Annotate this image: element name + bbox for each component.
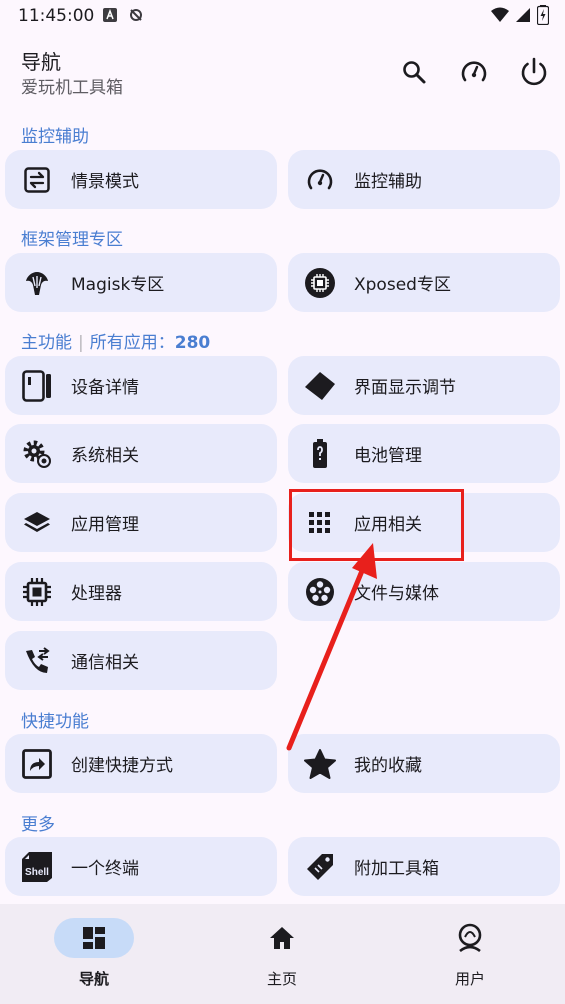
status-time: 11:45:00 xyxy=(18,6,95,26)
card-telecom[interactable]: 通信相关 xyxy=(5,631,277,690)
home-icon xyxy=(270,927,294,949)
section-label-main-text: 主功能 xyxy=(21,333,72,353)
card-magisk[interactable]: Magisk专区 xyxy=(5,253,277,312)
card-system[interactable]: 系统相关 xyxy=(5,424,277,483)
status-bar: 11:45:00 xyxy=(0,0,565,32)
tag-icon xyxy=(304,851,336,883)
nav-pill xyxy=(242,918,322,958)
phone-forward-icon xyxy=(21,645,53,677)
speedometer-icon xyxy=(461,61,487,82)
all-apps-count: 280 xyxy=(174,333,211,353)
page-title: 导航 xyxy=(21,50,61,74)
card-label: 创建快捷方式 xyxy=(71,756,173,776)
chip-circle-icon xyxy=(304,267,336,299)
card-label: Xposed专区 xyxy=(354,275,451,295)
card-file-media[interactable]: 文件与媒体 xyxy=(288,562,560,621)
card-app-related[interactable]: 应用相关 xyxy=(288,493,560,552)
shortcut-icon xyxy=(21,748,53,780)
section-label-shortcut: 快捷功能 xyxy=(21,712,89,732)
nav-pill xyxy=(430,918,510,958)
search-icon xyxy=(403,61,426,84)
swap-icon xyxy=(21,164,53,196)
nav-label: 主页 xyxy=(266,970,297,988)
divider: | xyxy=(78,333,84,353)
gear-icon xyxy=(21,438,53,470)
section-label-monitor: 监控辅助 xyxy=(21,127,89,147)
card-label: Magisk专区 xyxy=(71,275,165,295)
all-apps-label: 所有应用： xyxy=(89,333,175,353)
svg-text:Shell: Shell xyxy=(25,867,49,878)
card-monitor-assist[interactable]: 监控辅助 xyxy=(288,150,560,209)
nav-tab-home[interactable]: 主页 xyxy=(222,918,342,998)
power-icon xyxy=(521,57,547,86)
card-label: 监控辅助 xyxy=(354,172,422,192)
nav-label: 导航 xyxy=(78,970,109,988)
card-label: 我的收藏 xyxy=(354,756,422,776)
a-letter-icon xyxy=(103,8,117,22)
no-sync-icon xyxy=(130,9,142,21)
card-battery[interactable]: 电池管理 xyxy=(288,424,560,483)
film-reel-icon xyxy=(304,576,336,608)
card-label: 应用管理 xyxy=(71,515,139,535)
magisk-icon xyxy=(21,267,53,299)
section-label-main: 主功能 | 所有应用：280 xyxy=(21,328,210,353)
card-label: 应用相关 xyxy=(354,515,422,535)
card-label: 设备详情 xyxy=(71,378,139,398)
diamond-screen-icon xyxy=(304,370,336,402)
user-avatar-icon xyxy=(458,923,482,953)
card-terminal[interactable]: Shell 一个终端 xyxy=(5,837,277,896)
section-label-framework: 框架管理专区 xyxy=(21,230,123,250)
signal-icon xyxy=(516,8,530,22)
bottom-nav: 导航 主页 用户 xyxy=(0,904,565,1004)
monitor-button[interactable] xyxy=(454,52,494,92)
card-app-manage[interactable]: 应用管理 xyxy=(5,493,277,552)
card-label: 处理器 xyxy=(71,584,122,604)
card-label: 系统相关 xyxy=(71,446,139,466)
section-label-more: 更多 xyxy=(21,815,55,835)
page-subtitle: 爱玩机工具箱 xyxy=(21,78,123,98)
apps-grid-icon xyxy=(304,507,336,539)
battery-charging-icon xyxy=(537,5,549,25)
dashboard-icon xyxy=(83,927,105,949)
card-favorites[interactable]: 我的收藏 xyxy=(288,734,560,793)
card-label: 界面显示调节 xyxy=(354,378,456,398)
card-scene-mode[interactable]: 情景模式 xyxy=(5,150,277,209)
wifi-icon xyxy=(491,7,509,22)
card-label: 通信相关 xyxy=(71,653,139,673)
phone-info-icon xyxy=(21,369,53,402)
card-xposed[interactable]: Xposed专区 xyxy=(288,253,560,312)
cpu-icon xyxy=(21,576,53,608)
app-header: 导航 爱玩机工具箱 xyxy=(0,42,565,104)
star-icon xyxy=(304,748,336,780)
battery-alert-icon xyxy=(304,438,336,470)
card-label: 情景模式 xyxy=(71,172,139,192)
card-processor[interactable]: 处理器 xyxy=(5,562,277,621)
power-button[interactable] xyxy=(514,52,554,92)
card-extra-tools[interactable]: 附加工具箱 xyxy=(288,837,560,896)
card-label: 附加工具箱 xyxy=(354,859,439,879)
gauge-icon xyxy=(304,164,336,196)
card-device-info[interactable]: 设备详情 xyxy=(5,356,277,415)
card-label: 电池管理 xyxy=(354,446,422,466)
nav-tab-user[interactable]: 用户 xyxy=(410,918,530,998)
nav-label: 用户 xyxy=(454,970,485,988)
card-create-shortcut[interactable]: 创建快捷方式 xyxy=(5,734,277,793)
card-display-tuning[interactable]: 界面显示调节 xyxy=(288,356,560,415)
nav-pill xyxy=(54,918,134,958)
search-button[interactable] xyxy=(394,52,434,92)
card-label: 文件与媒体 xyxy=(354,584,439,604)
shell-icon: Shell xyxy=(21,851,53,883)
nav-tab-navigation[interactable]: 导航 xyxy=(34,918,154,998)
layers-icon xyxy=(21,507,53,539)
card-label: 一个终端 xyxy=(71,859,139,879)
